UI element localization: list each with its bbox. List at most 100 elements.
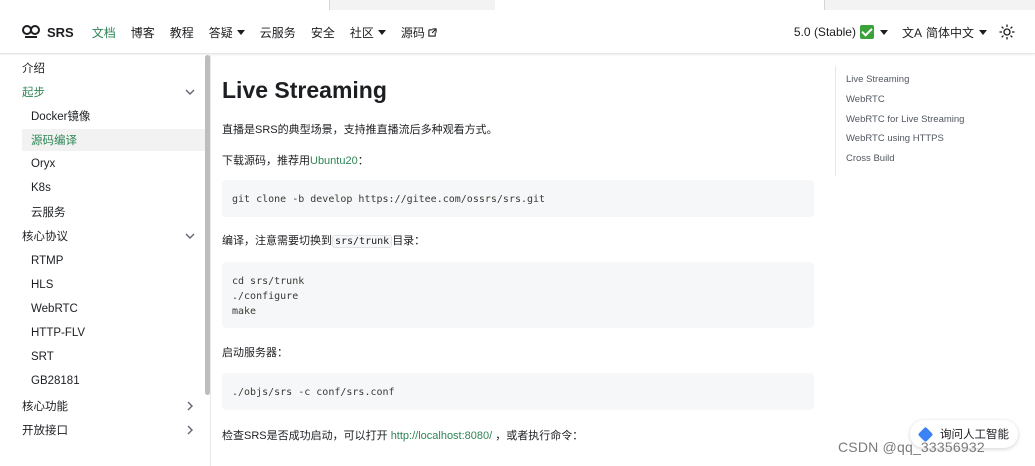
chevron-down-icon [236,29,245,35]
sidebar-item[interactable]: 开放接口 [22,419,202,441]
nav-item-label: 源码 [400,25,425,40]
ubuntu-link[interactable]: Ubuntu20 [310,155,358,167]
sidebar-item-label: HLS [31,279,54,291]
version-dropdown[interactable]: 5.0 (Stable) [794,25,888,39]
language-dropdown[interactable]: 文A 简体中文 [902,24,987,41]
nav-item-label: 社区 [349,25,374,40]
toc-item[interactable]: WebRTC [846,94,885,105]
sidebar-item-label: RTMP [31,255,64,267]
sidebar-item-label: 介绍 [22,63,45,75]
compile-prefix: 编译，注意需要切换到 [222,235,332,247]
docs-sidebar: 介绍起步 Docker镜像 源码编译 Oryx K8s 云服务核心协议 RTMP HLS Web… [0,55,207,466]
check-prefix: 检查SRS是否成功启动，可以打开 [222,430,391,442]
download-prefix: 下载源码，推荐用 [222,155,310,167]
nav-item-label: 云服务 [259,25,296,40]
sidebar-item[interactable]: WebRTC [22,298,205,320]
browser-tab[interactable] [495,0,825,10]
intro-text: 直播是SRS的典型场景，支持推直播流后多种观看方式。 [222,124,498,136]
sidebar-item[interactable]: 介绍 [22,57,202,79]
sidebar-item-label: K8s [31,182,51,194]
sidebar-item-label: Docker镜像 [31,111,91,123]
theme-toggle-sun-icon[interactable] [999,24,1015,40]
version-label: 5.0 (Stable) [793,25,856,39]
sidebar-item[interactable]: SRT [22,346,205,368]
nav-item[interactable]: 答疑 [209,24,245,41]
sidebar-item[interactable]: HTTP-FLV [22,322,205,344]
srs-logo-icon [22,25,40,38]
sidebar-item-label: WebRTC [31,303,78,315]
table-of-contents: Live Streaming WebRTC WebRTC for Live Stre… [835,66,1015,176]
localhost-link[interactable]: http://localhost:8080/ [391,430,493,442]
nav-item[interactable]: 云服务 [260,24,296,41]
compile-suffix: 目录： [392,235,426,247]
chevron-right-icon[interactable] [184,424,196,436]
nav-item[interactable]: 社区 [350,24,386,41]
chevron-down-icon [377,29,386,35]
sidebar-divider [210,55,211,466]
language-label: 简体中文 [925,25,974,40]
page-title: Live Streaming [222,77,387,103]
check-text: 检查SRS是否成功启动，可以打开 http://localhost:8080/ … [222,427,583,443]
sidebar-item-label: 源码编译 [31,135,77,147]
sidebar-item[interactable]: RTMP [22,250,205,272]
chevron-right-icon[interactable] [184,400,196,412]
nav-item-label: 教程 [169,25,194,40]
sidebar-item[interactable]: 起步 [22,81,202,103]
code-block-run[interactable]: ./objs/srs -c conf/srs.conf [222,373,814,410]
toc-item[interactable]: Cross Build [846,153,895,164]
nav-item[interactable]: 源码 [401,24,437,41]
sidebar-item[interactable]: 源码编译 [22,129,205,151]
nav-item[interactable]: 教程 [170,24,194,41]
code-block-clone[interactable]: git clone -b develop https://gitee.com/o… [222,180,814,217]
nav-item[interactable]: 安全 [311,24,335,41]
inline-code: srs/trunk [332,235,393,248]
browser-tab[interactable] [0,0,330,10]
external-link-icon [428,27,437,37]
check-icon [859,25,874,39]
compile-text: 编译，注意需要切换到 srs/trunk 目录： [222,232,425,248]
sidebar-item[interactable]: Docker镜像 [22,105,205,127]
sidebar-item[interactable]: 核心协议 [22,225,202,247]
sidebar-item-label: 云服务 [31,207,66,219]
sidebar-item[interactable]: Oryx [22,153,205,175]
download-text: 下载源码，推荐用Ubuntu20： [222,152,369,168]
nav-item[interactable]: 博客 [131,24,155,41]
sidebar-item-label: SRT [31,351,54,363]
sidebar-item[interactable]: HLS [22,274,205,296]
start-text: 启动服务器： [222,347,288,359]
sidebar-item[interactable]: 云服务 [22,201,205,223]
sidebar-item-label: HTTP-FLV [31,327,86,339]
toc-item[interactable]: Live Streaming [846,74,909,85]
nav-item-label: 文档 [91,25,116,40]
nav-item-label: 安全 [310,25,335,40]
translate-icon: 文A [901,25,922,40]
download-suffix: ： [357,155,369,167]
sidebar-item-label: Oryx [31,158,56,170]
chevron-down-icon[interactable] [184,86,196,98]
brand-title: SRS [47,24,74,40]
nav-item[interactable]: 文档 [92,24,116,41]
csdn-watermark: CSDN @qq_33356932 [838,439,985,455]
nav-right: 5.0 (Stable) 文A 简体中文 [794,10,1015,54]
nav-item-label: 博客 [130,25,155,40]
sidebar-item[interactable]: K8s [22,177,205,199]
sidebar-item-label: 核心功能 [22,401,68,413]
toc-item[interactable]: WebRTC for Live Streaming [846,114,964,125]
sidebar-item-label: 开放接口 [22,425,68,437]
sidebar-item[interactable]: GB28181 [22,370,205,392]
sidebar-item-label: GB28181 [31,375,80,387]
chevron-down-icon [979,29,987,35]
brand[interactable]: SRS [22,24,74,40]
nav-item-label: 答疑 [208,25,233,40]
sidebar-item-label: 起步 [22,87,45,99]
toc-item[interactable]: WebRTC using HTTPS [846,133,944,144]
sidebar-item-label: 核心协议 [22,231,68,243]
chevron-down-icon[interactable] [184,230,196,242]
nav-left: SRS 文档 博客 教程 答疑 云服务 安全 社区 源码 [22,10,452,54]
check-suffix: ，或者执行命令： [492,430,584,442]
code-block-build[interactable]: cd srs/trunk ./configure make [222,262,814,328]
chevron-down-icon [879,29,888,35]
top-navbar: SRS 文档 博客 教程 答疑 云服务 安全 社区 源码 5.0 (Stable) 文A 简体… [0,10,1035,54]
sidebar-item[interactable]: 核心功能 [22,395,202,417]
browser-tab-strip [0,0,1035,10]
